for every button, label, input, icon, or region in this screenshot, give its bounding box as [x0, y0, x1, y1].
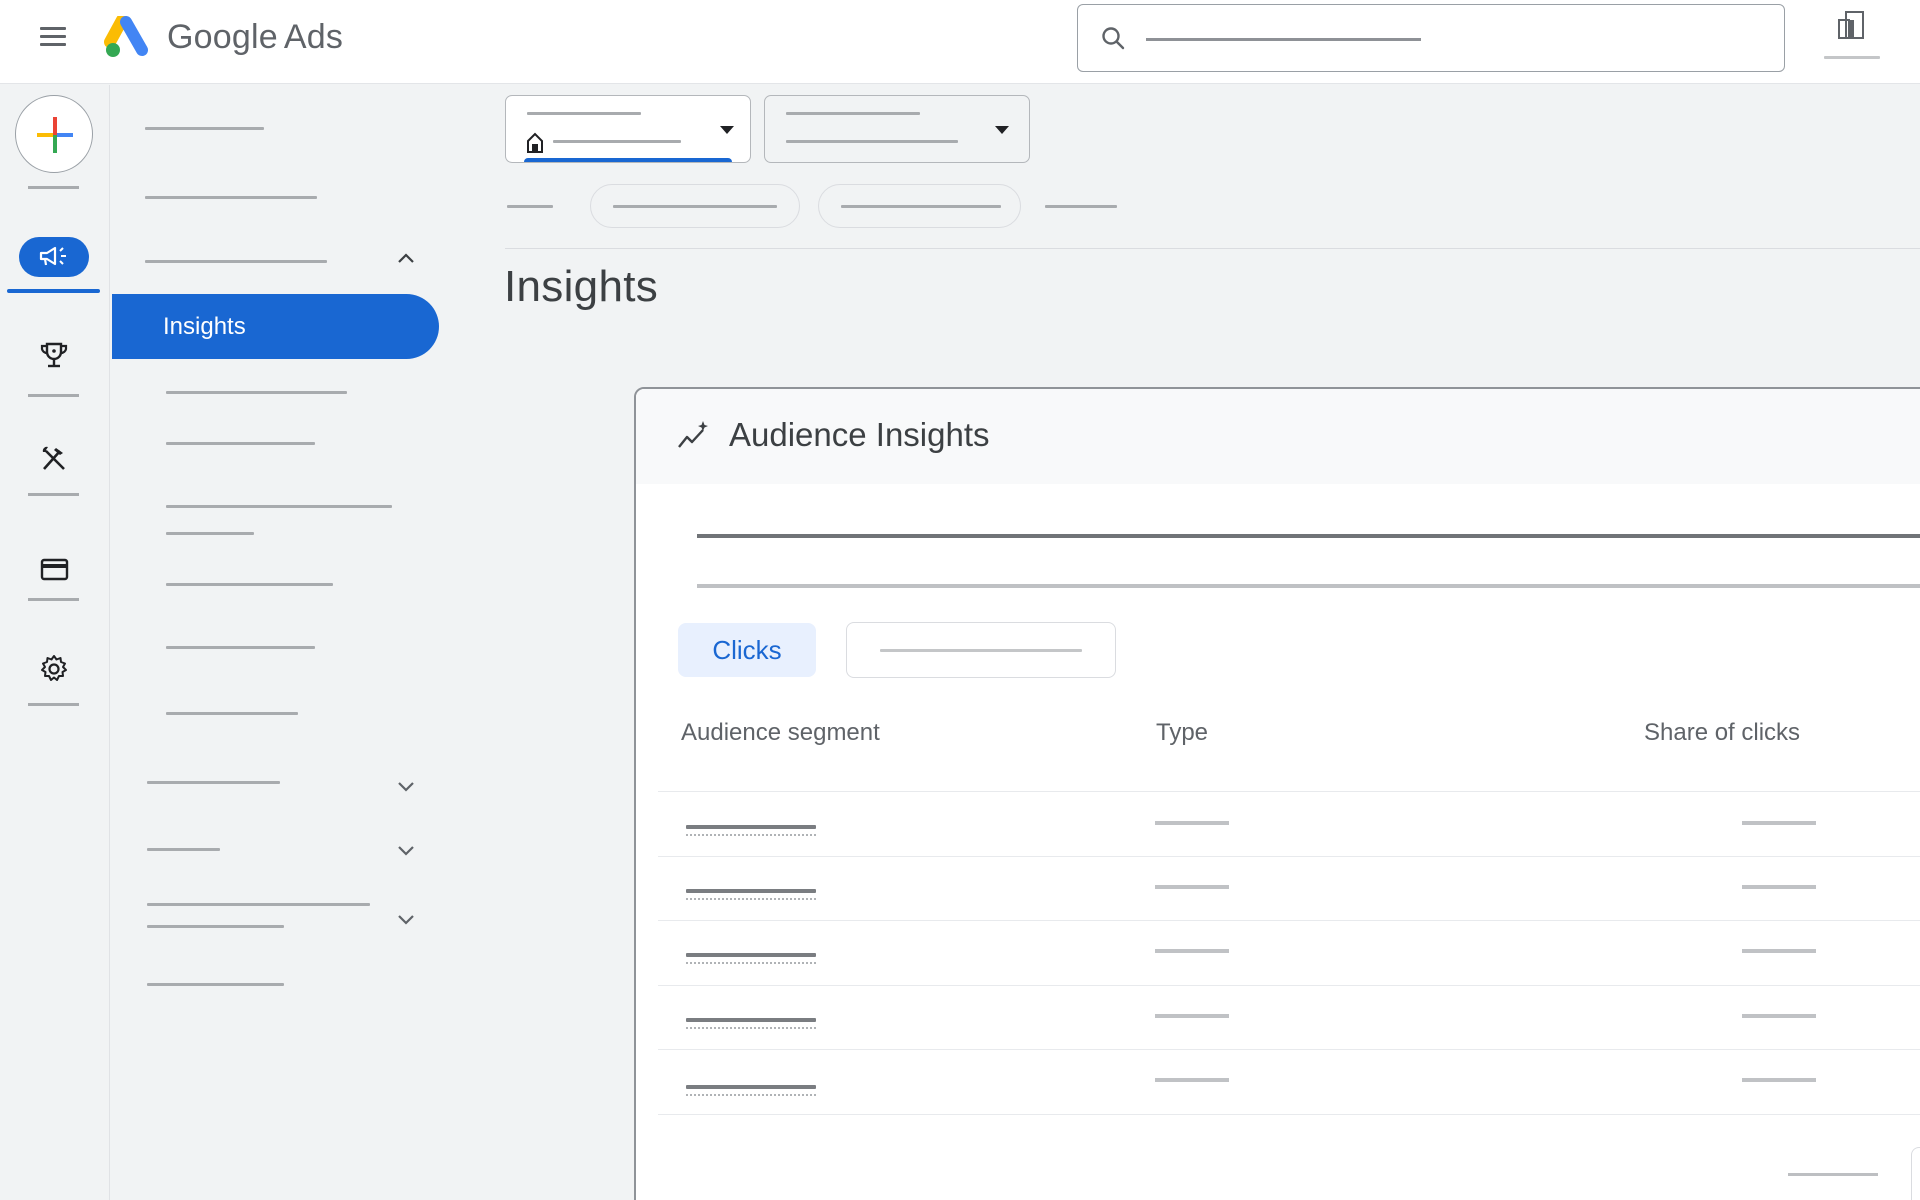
share-cell: [1742, 949, 1816, 953]
nav-group-2[interactable]: [147, 846, 437, 868]
chevron-down-icon: [398, 782, 414, 792]
type-cell: [1155, 949, 1229, 953]
type-cell: [1155, 1014, 1229, 1018]
type-cell: [1155, 885, 1229, 889]
main-menu-button[interactable]: [40, 27, 66, 49]
rail-item-campaigns[interactable]: [19, 237, 89, 277]
trophy-icon: [40, 342, 68, 368]
column-header-audience-segment[interactable]: Audience segment: [681, 719, 880, 747]
filter-label: [507, 205, 553, 208]
chevron-down-icon: [398, 846, 414, 856]
rail-item-tools[interactable]: [0, 443, 110, 513]
gear-icon: [41, 655, 67, 681]
nav-item-sub-6[interactable]: [166, 712, 298, 715]
share-cell: [1742, 885, 1816, 889]
nav-item-overview[interactable]: [145, 127, 265, 130]
nav-group-3[interactable]: [147, 903, 437, 943]
segment-cell[interactable]: [686, 953, 816, 964]
audience-insights-card: Audience Insights Clicks Audience segmen…: [634, 387, 1920, 1200]
filter-chip-1[interactable]: [590, 184, 800, 228]
navigation-panel: Insights: [112, 85, 442, 1200]
nav-item-recommendations[interactable]: [145, 196, 325, 199]
metric-toggle-clicks[interactable]: Clicks: [678, 623, 816, 677]
search-placeholder: [1146, 38, 1421, 41]
create-button[interactable]: [15, 95, 93, 173]
nav-item-sub-4[interactable]: [166, 583, 333, 586]
segment-cell[interactable]: [686, 825, 816, 836]
rail-item-admin[interactable]: [0, 653, 110, 723]
metric-toggle-other[interactable]: [846, 622, 1116, 678]
rail-billing-label: [28, 598, 79, 601]
hamburger-menu-icon: [40, 27, 66, 30]
card-title: Audience Insights: [729, 416, 990, 453]
nav-item-insights[interactable]: Insights: [112, 294, 439, 359]
type-cell: [1155, 821, 1229, 825]
nav-group-insights-reports[interactable]: [145, 253, 435, 280]
summary-line-1: [697, 534, 1920, 538]
dropdown-arrow-icon: [995, 126, 1009, 134]
pagination-label: [1788, 1173, 1878, 1176]
rail-tools-label: [28, 493, 79, 496]
nav-item-sub-5[interactable]: [166, 646, 315, 649]
reports-label: [1824, 56, 1880, 59]
plus-icon: [37, 117, 73, 153]
tools-icon: [42, 446, 65, 470]
segment-cell[interactable]: [686, 1085, 816, 1096]
campaign-selector[interactable]: [764, 95, 1030, 163]
summary-line-2: [697, 584, 1920, 588]
share-cell: [1742, 1078, 1816, 1082]
add-filter-link[interactable]: [1045, 205, 1117, 208]
page-title: Insights: [504, 262, 659, 311]
rail-item-goals[interactable]: [0, 340, 110, 410]
filter-divider: [505, 248, 1920, 249]
left-rail: [0, 85, 110, 1200]
nav-item-sub-1[interactable]: [166, 391, 347, 394]
trending-sparkle-icon: [678, 421, 708, 448]
rail-goals-label: [28, 394, 79, 397]
rail-active-indicator: [7, 289, 100, 293]
nav-item-last[interactable]: [147, 983, 284, 986]
column-header-type[interactable]: Type: [1156, 719, 1208, 747]
nav-item-sub-2[interactable]: [166, 442, 315, 445]
nav-group-1[interactable]: [147, 781, 437, 801]
rail-admin-label: [28, 703, 79, 706]
dropdown-arrow-icon: [720, 126, 734, 134]
account-selector[interactable]: [505, 95, 751, 163]
rail-item-billing[interactable]: [0, 553, 110, 623]
reports-button[interactable]: [1820, 8, 1900, 68]
reports-icon: [1838, 11, 1864, 39]
table-divider: [658, 791, 1920, 792]
chevron-up-icon: [398, 253, 414, 263]
search-icon: [1102, 27, 1125, 50]
chevron-down-icon: [398, 915, 414, 925]
segment-cell[interactable]: [686, 1018, 816, 1029]
column-header-share-of-clicks[interactable]: Share of clicks: [1644, 719, 1800, 747]
type-cell: [1155, 1078, 1229, 1082]
nav-item-sub-3[interactable]: [166, 505, 392, 535]
search-input[interactable]: [1077, 4, 1785, 72]
product-name: Google Ads: [167, 18, 344, 56]
share-cell: [1742, 821, 1816, 825]
home-icon: [527, 132, 543, 153]
filter-chip-2[interactable]: [818, 184, 1021, 228]
top-app-bar: Google Ads: [0, 0, 1920, 84]
active-indicator: [524, 158, 732, 162]
megaphone-icon: [39, 246, 66, 266]
credit-card-icon: [40, 558, 69, 581]
google-ads-logo: [104, 16, 148, 57]
segment-cell[interactable]: [686, 889, 816, 900]
create-label: [28, 186, 79, 189]
pagination-button[interactable]: [1911, 1147, 1920, 1200]
card-header: Audience Insights: [636, 389, 1920, 484]
share-cell: [1742, 1014, 1816, 1018]
